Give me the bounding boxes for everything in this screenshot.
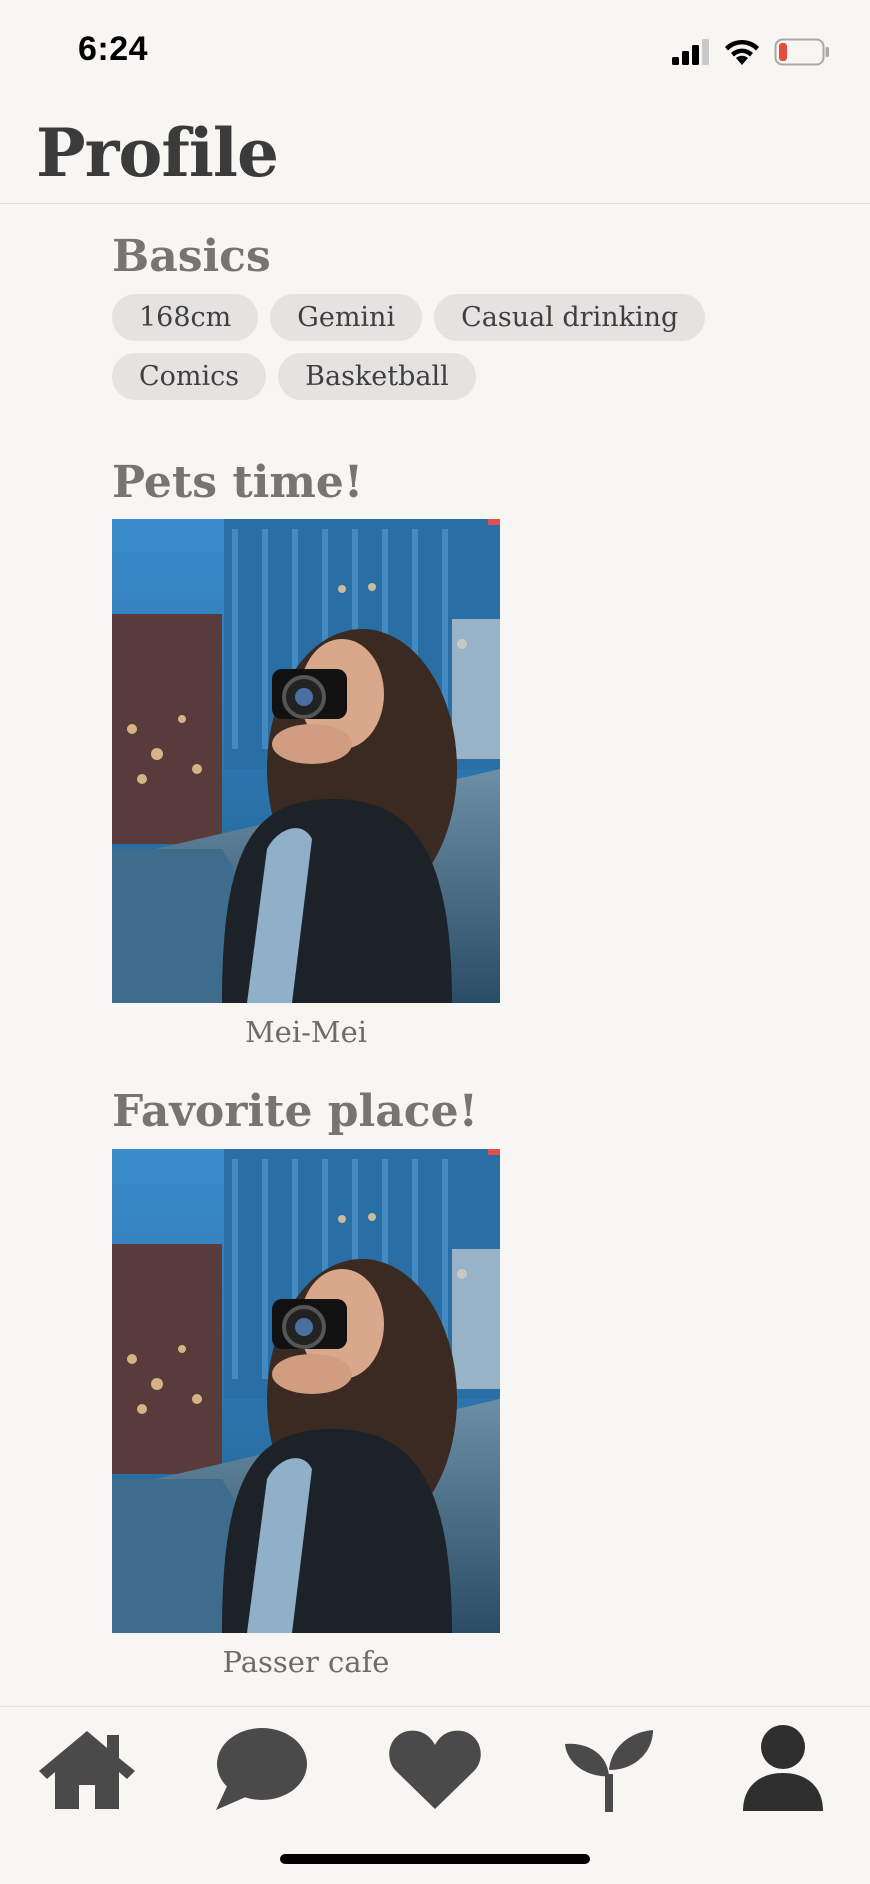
favorite-place-caption: Passer cafe	[222, 1645, 390, 1679]
tab-growth[interactable]	[554, 1719, 664, 1819]
tag-height[interactable]: 168cm	[112, 294, 259, 341]
page-title: Profile	[36, 114, 279, 192]
basics-title: Basics	[112, 231, 271, 282]
bottom-tab-bar	[0, 1706, 870, 1884]
favorite-place-photo[interactable]	[112, 1149, 500, 1633]
cellular-signal-icon	[672, 39, 709, 65]
tag-interest-comics[interactable]: Comics	[112, 353, 267, 400]
chat-bubble-icon	[216, 1728, 307, 1810]
tag-drinking[interactable]: Casual drinking	[434, 294, 706, 341]
pets-caption: Mei-Mei	[244, 1015, 368, 1049]
battery-low-icon	[774, 38, 829, 66]
tag-row: 168cm Gemini Casual drinking	[112, 294, 752, 341]
pets-photo[interactable]	[112, 519, 500, 1003]
wifi-icon	[725, 39, 759, 65]
profile-icon	[743, 1725, 823, 1811]
tab-likes[interactable]	[380, 1719, 490, 1819]
home-icon	[39, 1731, 135, 1809]
tab-profile[interactable]	[728, 1719, 838, 1819]
favorite-place-title: Favorite place!	[112, 1086, 478, 1137]
tag-interest-basketball[interactable]: Basketball	[278, 353, 476, 400]
tag-row: Comics Basketball	[112, 353, 752, 400]
home-indicator	[280, 1854, 590, 1864]
status-icons	[672, 38, 830, 66]
status-bar: 6:24	[0, 0, 870, 100]
tab-home[interactable]	[32, 1719, 142, 1819]
status-time: 6:24	[78, 30, 149, 68]
sprout-icon	[565, 1730, 653, 1812]
tag-zodiac[interactable]: Gemini	[270, 294, 423, 341]
pets-title: Pets time!	[112, 457, 364, 508]
basics-tags: 168cm Gemini Casual drinking Comics Bask…	[112, 294, 752, 412]
tab-chat[interactable]	[205, 1719, 315, 1819]
heart-icon	[389, 1730, 481, 1809]
header: Profile	[0, 100, 870, 204]
